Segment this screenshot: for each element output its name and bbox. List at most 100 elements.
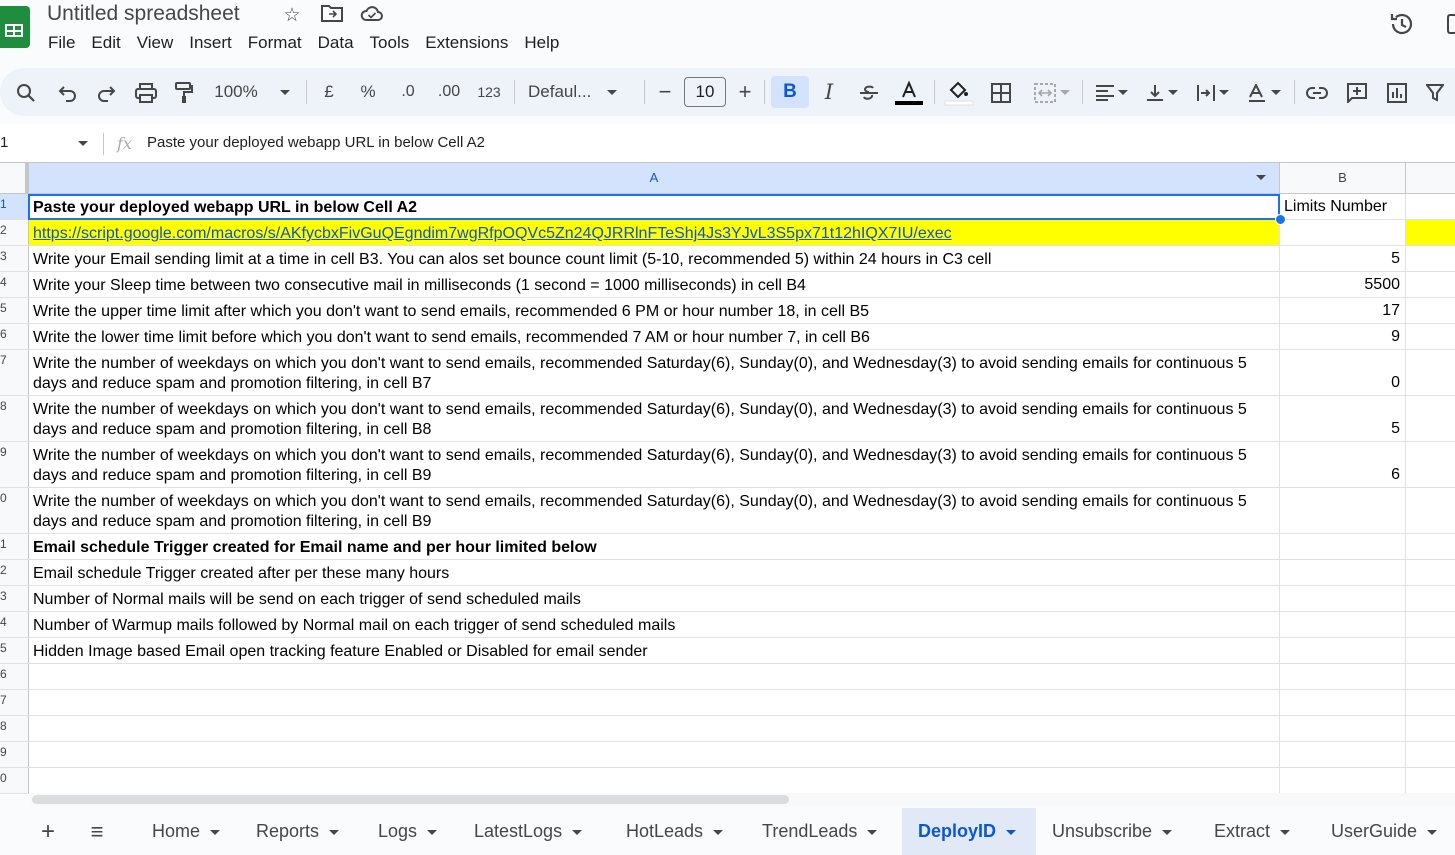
cell-b[interactable]: 5500 — [1280, 272, 1406, 297]
column-menu-chevron-icon[interactable] — [1256, 175, 1266, 180]
cell-a[interactable] — [29, 690, 1280, 715]
cell-b[interactable] — [1280, 560, 1406, 585]
cell-a[interactable]: Write the number of weekdays on which yo… — [29, 442, 1280, 487]
cell-b[interactable] — [1280, 612, 1406, 637]
star-icon[interactable]: ☆ — [280, 4, 304, 28]
text-rotation-icon[interactable] — [1242, 68, 1286, 116]
menu-view[interactable]: View — [129, 32, 182, 54]
row-number[interactable]: 6 — [0, 324, 29, 349]
row-number[interactable]: 3 — [0, 246, 29, 271]
row-number[interactable]: 1 — [0, 194, 29, 219]
text-wrapping-icon[interactable] — [1192, 68, 1234, 116]
bold-button[interactable]: B — [771, 76, 809, 108]
row-number[interactable]: 8 — [0, 716, 29, 741]
cell-a[interactable]: Email schedule Trigger created for Email… — [29, 534, 1280, 559]
cell-b[interactable] — [1280, 742, 1406, 767]
search-menus-icon[interactable] — [12, 68, 40, 116]
sheet-tab-hotleads[interactable]: HotLeads — [610, 808, 746, 855]
column-header-b[interactable]: B — [1280, 163, 1406, 193]
cell-a[interactable]: Paste your deployed webapp URL in below … — [29, 194, 1280, 219]
cell-a[interactable]: https://script.google.com/macros/s/AKfyc… — [29, 220, 1280, 245]
cell-b[interactable] — [1280, 664, 1406, 689]
horizontal-align-icon[interactable] — [1092, 68, 1132, 116]
strikethrough-icon[interactable] — [856, 68, 882, 116]
chevron-down-icon[interactable] — [427, 829, 438, 835]
cell-b[interactable] — [1280, 690, 1406, 715]
select-all-corner[interactable] — [0, 163, 29, 193]
increase-font-size-icon[interactable]: + — [734, 68, 756, 116]
sheet-tab-latestlogs[interactable]: LatestLogs — [458, 808, 610, 855]
cell-b[interactable] — [1280, 716, 1406, 741]
cell-b[interactable] — [1280, 488, 1406, 533]
cell-b[interactable]: 17 — [1280, 298, 1406, 323]
undo-icon[interactable] — [54, 68, 82, 116]
chevron-down-icon[interactable] — [1427, 829, 1438, 835]
row-number[interactable]: 2 — [0, 220, 29, 245]
menu-help[interactable]: Help — [516, 32, 567, 54]
chevron-down-icon[interactable] — [1280, 829, 1291, 835]
sheet-tab-deployid[interactable]: DeployID — [902, 808, 1036, 855]
all-sheets-icon[interactable]: ≡ — [86, 808, 108, 855]
cell-b[interactable] — [1280, 586, 1406, 611]
sheet-tab-home[interactable]: Home — [136, 808, 240, 855]
row-number[interactable]: 4 — [0, 272, 29, 297]
row-number[interactable]: 7 — [0, 350, 29, 395]
sheet-tab-userguide[interactable]: UserGuide — [1315, 808, 1455, 855]
font-select[interactable]: Defaul... — [528, 68, 632, 116]
name-box[interactable]: 1 — [0, 132, 90, 154]
chevron-down-icon[interactable] — [329, 829, 340, 835]
fill-handle[interactable] — [1275, 214, 1286, 225]
cell-b[interactable]: 5 — [1280, 246, 1406, 271]
move-folder-icon[interactable] — [320, 4, 344, 28]
cell-b[interactable]: 0 — [1280, 350, 1406, 395]
cell-b[interactable]: 6 — [1280, 442, 1406, 487]
filter-icon[interactable] — [1424, 68, 1446, 116]
decrease-decimal-button[interactable]: .0 — [394, 68, 422, 116]
menu-file[interactable]: File — [40, 32, 83, 54]
sheet-tab-logs[interactable]: Logs — [362, 808, 458, 855]
row-number[interactable]: 0 — [0, 768, 29, 793]
chevron-down-icon[interactable] — [572, 829, 583, 835]
chevron-down-icon[interactable] — [867, 829, 878, 835]
cloud-status-icon[interactable] — [360, 4, 384, 28]
menu-edit[interactable]: Edit — [83, 32, 128, 54]
row-number[interactable]: 0 — [0, 488, 29, 533]
cell-b[interactable] — [1280, 534, 1406, 559]
menu-data[interactable]: Data — [310, 32, 362, 54]
more-formats-button[interactable]: 123 — [474, 68, 504, 116]
text-color-icon[interactable] — [894, 68, 924, 116]
row-number[interactable]: 4 — [0, 612, 29, 637]
cell-b[interactable] — [1280, 638, 1406, 663]
horizontal-scrollbar[interactable] — [29, 793, 1455, 807]
italic-button[interactable]: I — [818, 68, 840, 116]
webapp-url-link[interactable]: https://script.google.com/macros/s/AKfyc… — [33, 225, 952, 242]
scrollbar-thumb[interactable] — [32, 795, 789, 804]
zoom-select[interactable]: 100% — [206, 68, 298, 116]
sheet-tab-unsubscribe[interactable]: Unsubscribe — [1036, 808, 1198, 855]
cell-a[interactable] — [29, 768, 1280, 793]
cell-a[interactable]: Write the upper time limit after which y… — [29, 298, 1280, 323]
insert-link-icon[interactable] — [1304, 68, 1330, 116]
increase-decimal-button[interactable]: .00 — [434, 68, 464, 116]
row-number[interactable]: 7 — [0, 690, 29, 715]
merge-cells-icon[interactable] — [1028, 68, 1076, 116]
sheet-tab-trendleads[interactable]: TrendLeads — [746, 808, 902, 855]
cell-a[interactable]: Write the number of weekdays on which yo… — [29, 488, 1280, 533]
decrease-font-size-icon[interactable]: − — [654, 68, 676, 116]
print-icon[interactable] — [132, 68, 160, 116]
insert-comment-icon[interactable] — [1344, 68, 1370, 116]
column-header-a[interactable]: A — [29, 163, 1280, 193]
font-size-input[interactable]: 10 — [684, 77, 726, 107]
comments-icon[interactable] — [1447, 14, 1455, 34]
menu-extensions[interactable]: Extensions — [417, 32, 516, 54]
chevron-down-icon[interactable] — [713, 829, 724, 835]
cell-a[interactable]: Number of Normal mails will be send on e… — [29, 586, 1280, 611]
cell-a[interactable]: Write your Sleep time between two consec… — [29, 272, 1280, 297]
paint-format-icon[interactable] — [170, 68, 198, 116]
insert-chart-icon[interactable] — [1384, 68, 1410, 116]
chevron-down-icon[interactable] — [1006, 829, 1017, 835]
row-number[interactable]: 9 — [0, 442, 29, 487]
menu-insert[interactable]: Insert — [181, 32, 240, 54]
cell-a[interactable]: Write the number of weekdays on which yo… — [29, 396, 1280, 441]
format-currency-button[interactable]: £ — [318, 68, 340, 116]
